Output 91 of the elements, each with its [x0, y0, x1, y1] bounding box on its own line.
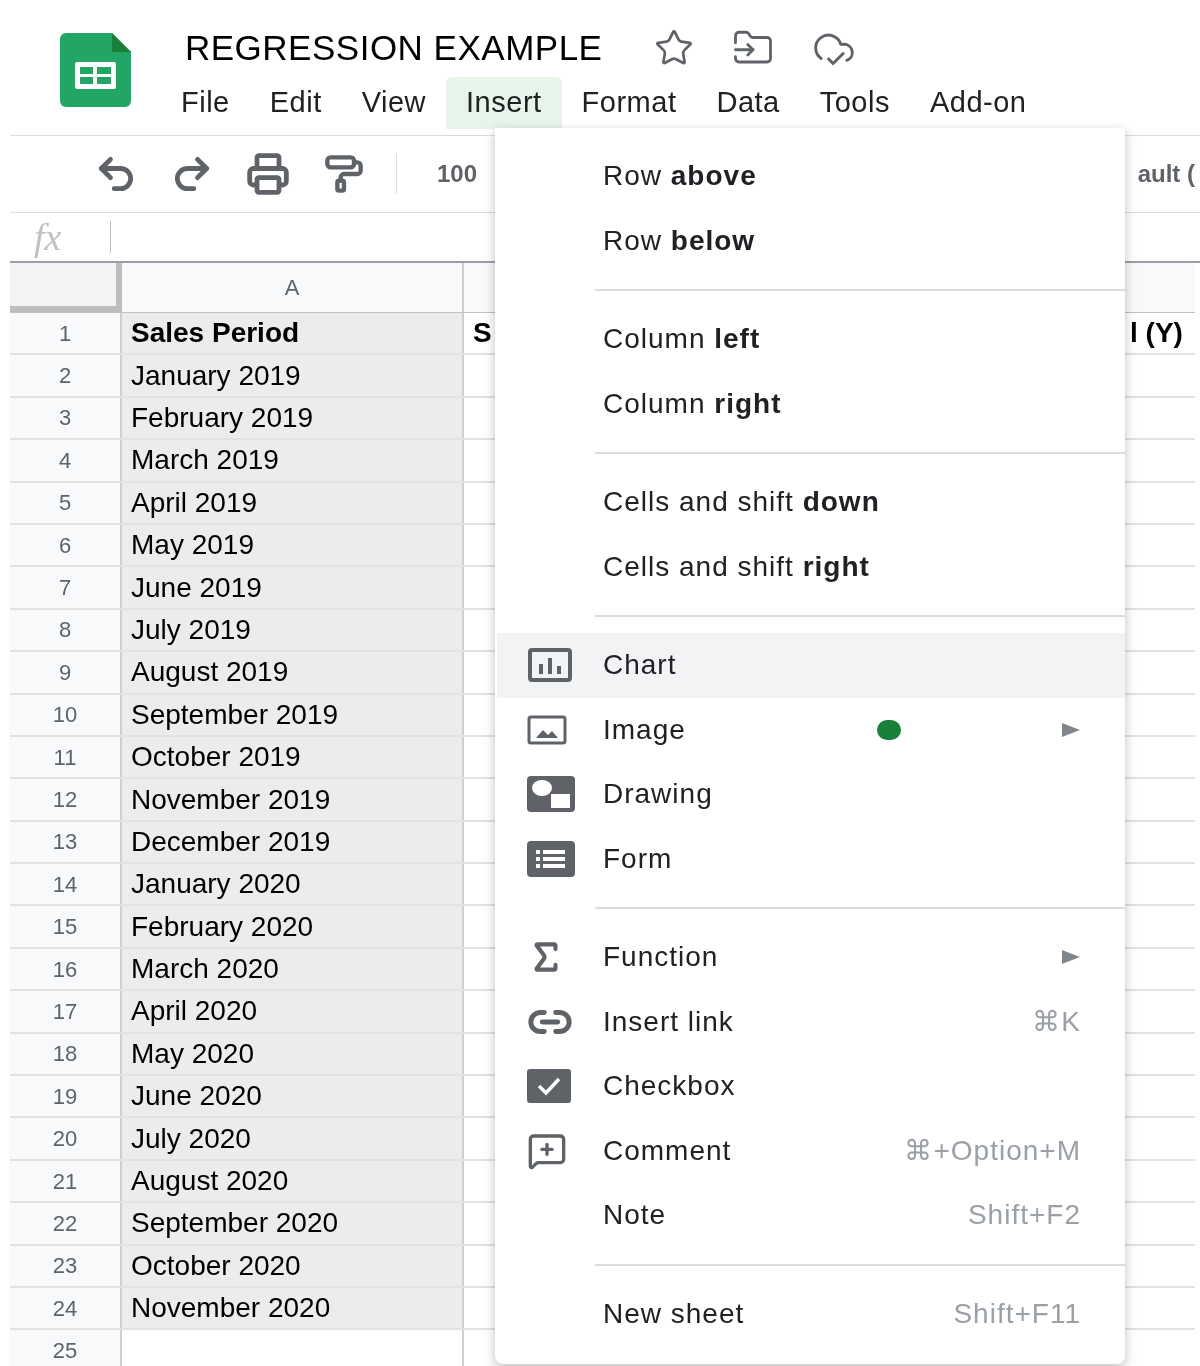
- row-number[interactable]: 18: [10, 1033, 122, 1075]
- menu-item[interactable]: Note Shift+F2: [497, 1183, 1125, 1248]
- row-number[interactable]: 3: [10, 397, 122, 439]
- table-cell: February 2019: [122, 397, 464, 439]
- row-number[interactable]: 1: [10, 313, 122, 354]
- table-cell: September 2020: [122, 1203, 464, 1244]
- table-cell: March 2019: [122, 440, 464, 481]
- menu-item[interactable]: Insert link ⌘K: [497, 989, 1125, 1054]
- row-number[interactable]: 22: [10, 1203, 122, 1244]
- row-number[interactable]: 17: [10, 991, 122, 1032]
- table-cell: October 2019: [122, 736, 464, 778]
- table-cell-text: S: [473, 316, 492, 351]
- menu-bar-item[interactable]: Data: [696, 77, 800, 129]
- menu-item[interactable]: Column right: [497, 371, 1125, 436]
- row-number[interactable]: 6: [10, 524, 122, 566]
- row-number[interactable]: 5: [10, 482, 122, 523]
- menu-item[interactable]: Checkbox: [497, 1054, 1125, 1119]
- row-number[interactable]: 23: [10, 1245, 122, 1286]
- table-cell: December 2019: [122, 821, 464, 863]
- font-name[interactable]: ault (: [1137, 156, 1195, 192]
- list-icon: [527, 840, 575, 877]
- row-number[interactable]: 16: [10, 948, 122, 990]
- table-cell: June 2019: [122, 567, 464, 608]
- row-number[interactable]: 7: [10, 567, 122, 608]
- table-cell: May 2019: [122, 524, 464, 566]
- row-number[interactable]: 8: [10, 609, 122, 651]
- menu-bar-item[interactable]: Edit: [249, 77, 342, 129]
- menu-bar-item[interactable]: Insert: [446, 77, 562, 129]
- menu-item[interactable]: New sheet Shift+F11: [497, 1281, 1125, 1346]
- menu-bar-item[interactable]: File: [161, 77, 250, 129]
- table-cell: February 2020: [122, 906, 464, 947]
- table-cell: January 2019: [122, 355, 464, 396]
- paint-format-icon[interactable]: [324, 154, 364, 194]
- table-cell: March 2020: [122, 948, 464, 990]
- menu-item[interactable]: Row above: [497, 144, 1125, 209]
- row-number[interactable]: 12: [10, 779, 122, 820]
- table-cell-text: l (Y): [1130, 316, 1183, 351]
- table-cell: July 2019: [122, 609, 464, 651]
- table-cell: April 2019: [122, 482, 464, 523]
- image-icon: [527, 714, 567, 745]
- menu-item[interactable]: Function: [497, 925, 1125, 990]
- menu-item[interactable]: Image: [497, 697, 1125, 762]
- table-cell: January 2020: [122, 864, 464, 905]
- row-number[interactable]: 19: [10, 1076, 122, 1117]
- keyboard-shortcut: ⌘K: [1032, 1004, 1081, 1039]
- row-number[interactable]: 14: [10, 864, 122, 905]
- menu-bar-item[interactable]: View: [341, 77, 447, 129]
- table-cell: July 2020: [122, 1118, 464, 1159]
- table-cell: November 2020: [122, 1288, 464, 1329]
- menu-bar-item[interactable]: Tools: [799, 77, 910, 129]
- table-cell: November 2019: [122, 779, 464, 820]
- menu-item[interactable]: Cells and shift right: [497, 534, 1125, 599]
- row-number[interactable]: 13: [10, 821, 122, 863]
- bar-chart-icon: [527, 647, 573, 684]
- table-cell: August 2020: [122, 1160, 464, 1202]
- keyboard-shortcut: Shift+F2: [967, 1198, 1081, 1233]
- menu-bar-item[interactable]: Add-on: [909, 77, 1047, 129]
- menu-item[interactable]: Comment ⌘+Option+M: [497, 1118, 1125, 1183]
- table-cell: September 2019: [122, 694, 464, 735]
- row-number[interactable]: 24: [10, 1288, 122, 1329]
- table-cell: May 2020: [122, 1033, 464, 1075]
- shapes-icon: [527, 776, 575, 813]
- function-label: fx: [34, 214, 63, 260]
- menu-item[interactable]: Form: [497, 826, 1125, 891]
- table-cell: Sales Period: [122, 313, 464, 354]
- row-number[interactable]: 10: [10, 694, 122, 735]
- keyboard-shortcut: ⌘+Option+M: [904, 1133, 1081, 1168]
- row-number[interactable]: 20: [10, 1118, 122, 1159]
- menu-item[interactable]: Row below: [497, 208, 1125, 273]
- menu-bar-item[interactable]: Format: [561, 77, 697, 129]
- table-cell: June 2020: [122, 1076, 464, 1117]
- spreadsheet-logo-icon[interactable]: [60, 33, 131, 107]
- checkbox-icon: [527, 1069, 571, 1104]
- table-cell: April 2020: [122, 991, 464, 1032]
- row-number[interactable]: 21: [10, 1160, 122, 1202]
- table-cell: August 2019: [122, 652, 464, 693]
- menu-item[interactable]: Cells and shift down: [497, 470, 1125, 535]
- row-number[interactable]: 2: [10, 355, 122, 396]
- row-number[interactable]: 25: [10, 1330, 122, 1366]
- table-cell: October 2020: [122, 1245, 464, 1286]
- row-number[interactable]: 9: [10, 652, 122, 693]
- menu-item[interactable]: Chart: [497, 633, 1125, 698]
- row-number[interactable]: 11: [10, 736, 122, 778]
- row-number[interactable]: 4: [10, 440, 122, 481]
- document-title[interactable]: REGRESSION EXAMPLE: [185, 21, 603, 75]
- keyboard-shortcut: Shift+F11: [953, 1296, 1081, 1331]
- print-icon[interactable]: [246, 152, 290, 196]
- zoom-level[interactable]: 100: [437, 156, 478, 192]
- menu-item[interactable]: Column left: [497, 307, 1125, 372]
- row-number[interactable]: 15: [10, 906, 122, 947]
- menu-item[interactable]: Drawing: [497, 762, 1125, 827]
